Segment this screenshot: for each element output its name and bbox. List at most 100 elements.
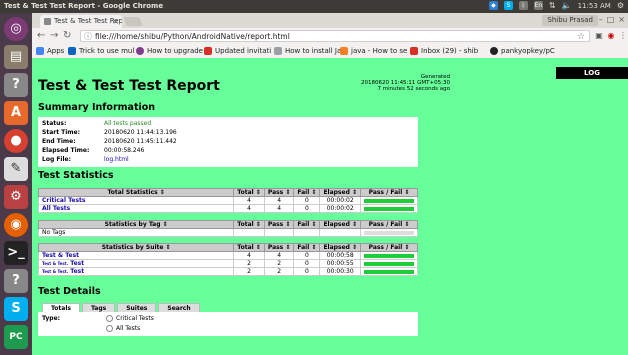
url-text: file:///home/shibu/Python/AndroidNative/…	[95, 32, 290, 41]
pass-fail-bar	[364, 206, 414, 211]
apps-grid-icon	[36, 47, 44, 55]
details-heading: Test Details	[38, 286, 101, 297]
close-window-icon[interactable]: ×	[618, 15, 625, 24]
browser-window: Test & Test Test Rep × Shibu Prasad – □ …	[32, 13, 628, 355]
bookmark-item[interactable]: Inbox (29) - shib	[410, 44, 478, 58]
radio-circle-icon	[106, 315, 113, 322]
summary-heading: Summary Information	[38, 102, 156, 113]
details-panel: Type: Critical Tests All Tests	[38, 312, 418, 336]
reload-icon[interactable]: ↻	[63, 30, 71, 42]
tab-report[interactable]: Test & Test Test Rep ×	[40, 15, 122, 28]
stats-heading: Test Statistics	[38, 170, 114, 181]
status-value: All tests passed	[104, 120, 152, 127]
help-icon[interactable]: ?	[4, 73, 28, 97]
suite-statistics-table: Statistics by Suite ⇕ Total ⇕ Pass ⇕ Fai…	[37, 243, 418, 276]
text-editor-icon[interactable]: ✎	[4, 157, 28, 181]
summary-table: Status: All tests passed Start Time: 20180…	[38, 117, 418, 167]
extension-icon[interactable]: ▣	[594, 31, 604, 41]
ubuntu-dash-icon[interactable]: ◎	[4, 17, 28, 41]
help-icon-2[interactable]: ?	[4, 269, 28, 293]
new-tab-button[interactable]	[123, 17, 143, 26]
table-row: No Tags	[37, 228, 418, 237]
elapsed-time: 00:00:58.246	[104, 147, 145, 154]
suite-link[interactable]: Test & Test. Test	[42, 260, 84, 267]
clock[interactable]: 11:53 AM	[578, 2, 611, 10]
system-top-bar: Test & Test Test Report - Google Chrome …	[0, 0, 628, 13]
bookmark-item[interactable]: Trick to use mul	[68, 44, 134, 58]
col-header[interactable]: Total Statistics ⇕	[37, 188, 235, 197]
bookmark-star-icon[interactable]: ☆	[577, 31, 585, 43]
end-time: 20180620 11:45:11.442	[104, 138, 177, 145]
launcher: ◎ ▤ ? A ● ✎ ⚙ ◉ >_ ? S PC	[0, 13, 32, 355]
minimize-icon[interactable]: –	[599, 15, 603, 24]
log-button[interactable]: LOG	[556, 67, 628, 79]
table-row: Test & Test 4 4 0 00:00:58	[37, 251, 418, 260]
dropbox-icon[interactable]: ◆	[488, 1, 498, 10]
power-icon[interactable]: ⚙	[617, 1, 624, 10]
skype-tray-icon[interactable]: S	[503, 1, 513, 10]
pass-fail-bar	[364, 269, 414, 274]
network-icon[interactable]: ⇅	[549, 1, 556, 10]
bookmark-apps[interactable]: Apps	[36, 44, 64, 58]
generated-info: Generated 20180620 11:45:11 GMT+05:30 7 …	[360, 74, 450, 92]
bookmark-item[interactable]: pankyopkey/pC	[490, 44, 555, 58]
log-file-link[interactable]: log.html	[104, 156, 129, 163]
back-icon[interactable]: ←	[37, 30, 45, 42]
address-bar[interactable]: ⓘ file:///home/shibu/Python/AndroidNativ…	[80, 30, 590, 42]
type-label: Type:	[42, 315, 61, 322]
software-center-icon[interactable]: A	[4, 101, 28, 125]
firefox-icon[interactable]: ◉	[4, 213, 28, 237]
bookmark-item[interactable]: Updated invitati	[204, 44, 271, 58]
chrome-icon[interactable]: ●	[4, 129, 28, 153]
page-favicon-icon	[44, 18, 51, 25]
radio-all-tests[interactable]: All Tests	[106, 325, 140, 332]
gmail-icon	[410, 47, 418, 55]
forward-icon[interactable]: →	[50, 30, 58, 42]
bookmark-item[interactable]: java - How to se	[340, 44, 407, 58]
settings-icon[interactable]: ⚙	[4, 185, 28, 209]
pass-fail-bar	[364, 261, 414, 266]
tag-statistics-table: Statistics by Tag ⇕ Total ⇕ Pass ⇕ Fail …	[37, 220, 418, 237]
bookmarks-bar: Apps Trick to use mul How to upgrade Upd…	[32, 44, 628, 59]
maximize-icon[interactable]: □	[607, 15, 615, 24]
table-row: Critical Tests 4 4 0 00:00:02	[37, 196, 418, 205]
radio-critical-tests[interactable]: Critical Tests	[106, 315, 154, 322]
keyboard-lang-icon[interactable]: En	[533, 1, 543, 10]
suite-link[interactable]: Test & Test. Test	[42, 268, 84, 275]
browser-toolbar: ← → ↻ ⓘ file:///home/shibu/Python/Androi…	[32, 28, 628, 44]
page-icon	[274, 47, 282, 55]
bookmark-item[interactable]: How to install Ja	[274, 44, 341, 58]
bookmark-item[interactable]: How to upgrade	[136, 44, 203, 58]
github-icon	[490, 47, 498, 55]
terminal-icon[interactable]: >_	[4, 241, 28, 265]
report-title: Test & Test Test Report	[38, 78, 220, 94]
files-icon[interactable]: ▤	[4, 45, 28, 69]
stackoverflow-icon	[340, 47, 348, 55]
bluetooth-icon[interactable]: ᛒ	[518, 1, 528, 10]
stat-link[interactable]: Critical Tests	[42, 197, 85, 204]
pass-fail-bar	[364, 230, 414, 235]
menu-icon[interactable]: ⋮	[618, 31, 628, 41]
window-title: Test & Test Test Report - Google Chrome	[4, 2, 164, 10]
site-icon	[136, 47, 144, 55]
total-statistics-table: Total Statistics ⇕ Total ⇕ Pass ⇕ Fail ⇕…	[37, 188, 418, 213]
suite-link[interactable]: Test & Test	[42, 252, 79, 259]
system-tray: ◆ S ᛒ En ⇅ 🔈 11:53 AM ⚙	[488, 1, 624, 10]
pycharm-icon[interactable]: PC	[4, 325, 28, 349]
pass-fail-bar	[364, 253, 414, 258]
stat-link[interactable]: All Tests	[42, 205, 70, 212]
table-row: All Tests 4 4 0 00:00:02	[37, 204, 418, 213]
info-icon[interactable]: ⓘ	[84, 31, 92, 43]
skype-icon[interactable]: S	[4, 297, 28, 321]
profile-button[interactable]: Shibu Prasad	[542, 15, 598, 26]
close-tab-icon[interactable]: ×	[112, 15, 119, 28]
adblock-icon[interactable]: ◉	[606, 31, 616, 41]
table-row: Test & Test. Test 2 2 0 00:00:30	[37, 267, 418, 276]
start-time: 20180620 11:44:13.196	[104, 129, 177, 136]
gmail-icon	[204, 47, 212, 55]
table-row: Test & Test. Test 2 2 0 00:00:55	[37, 259, 418, 268]
volume-icon[interactable]: 🔈	[562, 1, 572, 10]
tab-strip: Test & Test Test Rep × Shibu Prasad – □ …	[32, 13, 628, 28]
pass-fail-bar	[364, 198, 414, 203]
report-page: LOG Test & Test Test Report Generated 20…	[32, 58, 628, 355]
